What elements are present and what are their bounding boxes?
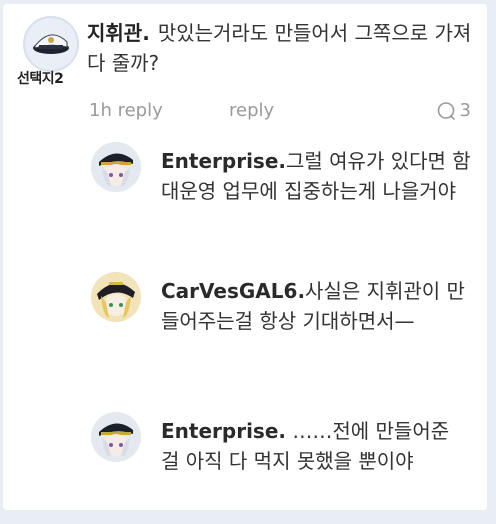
- reply-author[interactable]: Enterprise.: [161, 419, 286, 443]
- speech-bubble-icon: [436, 101, 456, 121]
- enterprise-avatar-icon: [91, 412, 141, 462]
- comment-meta: 1h reply reply 3: [89, 100, 479, 128]
- comment-body: 지휘관. 맛있는거라도 만들어서 그쪽으로 가져다 줄까?: [87, 18, 477, 78]
- reply-count[interactable]: 3: [436, 100, 471, 121]
- reply-author[interactable]: Enterprise.: [161, 149, 286, 173]
- enterprise-avatar[interactable]: [91, 412, 141, 462]
- enterprise-avatar-icon: [91, 142, 141, 192]
- reply-author[interactable]: CarVesGAL6.: [161, 279, 305, 303]
- enterprise-avatar[interactable]: [91, 142, 141, 192]
- reply-body: Enterprise.그럴 여유가 있다면 함대운영 업무에 집중하는게 나을거…: [161, 146, 471, 206]
- carvesgal6-avatar-icon: [91, 272, 141, 322]
- commander-avatar[interactable]: [23, 16, 79, 72]
- comment-card: 선택지2 지휘관. 맛있는거라도 만들어서 그쪽으로 가져다 줄까? 1h rep…: [3, 4, 487, 510]
- reply-button[interactable]: reply: [229, 100, 274, 121]
- comment-author[interactable]: 지휘관.: [87, 21, 150, 45]
- avatar-caption: 선택지2: [17, 71, 64, 87]
- reply-body: Enterprise. ……전에 만들어준 걸 아직 다 먹지 못했을 뿐이야: [161, 416, 471, 476]
- carvesgal6-avatar[interactable]: [91, 272, 141, 322]
- officer-cap-icon: [25, 18, 77, 70]
- reply-body: CarVesGAL6.사실은 지휘관이 만들어주는걸 항상 기대하면서—: [161, 276, 471, 336]
- comment-time: 1h reply: [89, 100, 163, 121]
- reply-count-value: 3: [459, 100, 471, 121]
